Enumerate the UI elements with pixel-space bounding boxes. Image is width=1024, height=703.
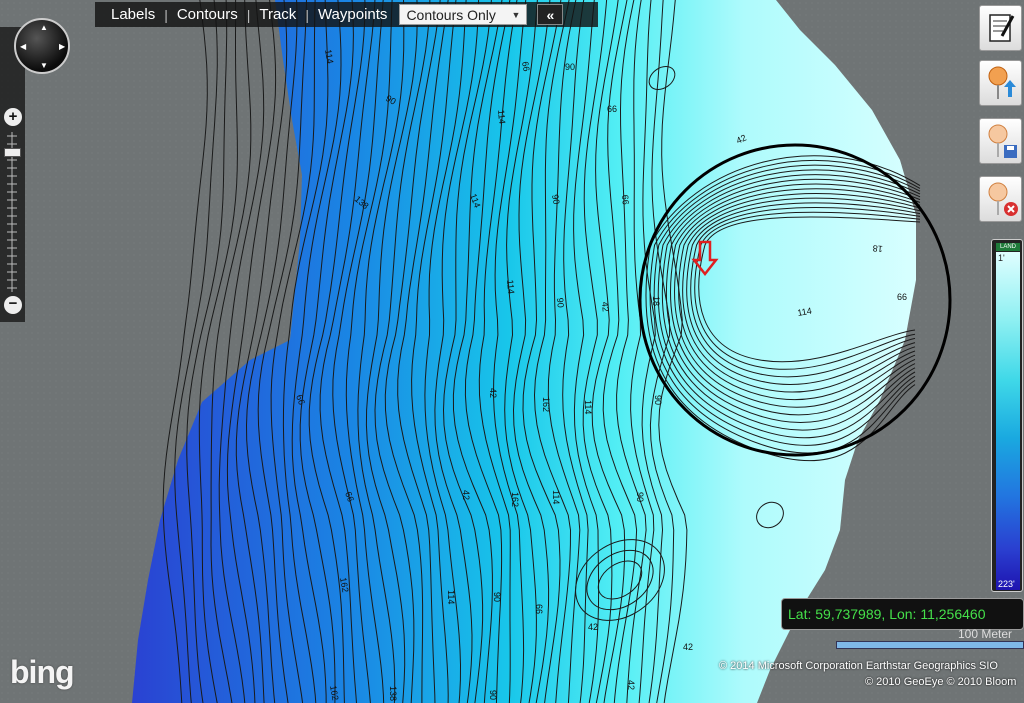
edit-notes-button[interactable]: [979, 5, 1022, 51]
contour-depth-label: 114: [583, 400, 593, 414]
contour-depth-label: 66: [897, 292, 907, 302]
contour-depth-label: 18: [872, 243, 883, 254]
layer-dropdown-value: Contours Only: [406, 6, 496, 23]
double-chevron-left-icon: «: [546, 6, 555, 23]
track-toggle[interactable]: Track: [253, 6, 302, 23]
scale-bar: [836, 641, 1024, 649]
pan-left-icon[interactable]: ◀: [20, 42, 26, 51]
zoom-out-button[interactable]: −: [4, 296, 22, 314]
coordinate-text: Lat: 59,737989, Lon: 11,256460: [788, 606, 986, 622]
delete-marker-button[interactable]: [979, 176, 1022, 222]
contour-depth-label: 18: [651, 296, 661, 306]
contour-depth-label: 42: [600, 301, 611, 312]
contour-depth-label: 90: [653, 395, 663, 405]
coordinate-readout: Lat: 59,737989, Lon: 11,256460: [781, 598, 1024, 630]
toolbar-separator: |: [305, 6, 309, 23]
contour-depth-label: 138: [388, 686, 398, 701]
marker-upload-icon: [988, 66, 1016, 99]
contour-depth-label: 42: [588, 622, 598, 632]
zoom-in-button[interactable]: +: [4, 108, 22, 126]
contour-depth-label: 114: [551, 490, 561, 504]
pan-compass-icon[interactable]: ▲ ▼ ◀ ▶: [14, 18, 70, 74]
contour-depth-label: 114: [505, 279, 516, 294]
layer-toolbar: Labels | Contours | Track | Waypoints Co…: [95, 2, 598, 27]
contour-depth-label: 66: [620, 194, 631, 205]
marker-delete-icon: [988, 182, 1018, 216]
contour-depth-label: 90: [555, 297, 566, 308]
legend-land-label: LAND: [996, 243, 1020, 251]
contour-depth-label: 90: [635, 492, 645, 502]
layer-dropdown[interactable]: Contours Only ▼: [399, 4, 528, 25]
marker-save-icon: [988, 124, 1017, 158]
contour-depth-label: 162: [541, 397, 551, 412]
contour-depth-label: 66: [607, 104, 617, 114]
legend-color-bar: 1' 223': [996, 252, 1020, 590]
legend-max-depth: 223': [998, 579, 1015, 589]
pan-down-icon[interactable]: ▼: [40, 61, 48, 70]
notepad-pencil-icon: [989, 14, 1015, 42]
attribution-line: © 2010 GeoEye © 2010 Bloom: [865, 676, 1017, 688]
contour-depth-label: 114: [446, 590, 456, 604]
depth-legend: LAND 1' 223': [991, 239, 1023, 592]
contour-depth-label: 42: [683, 642, 693, 652]
collapse-toolbar-button[interactable]: «: [537, 4, 564, 25]
contour-depth-label: 90: [550, 194, 562, 206]
contour-depth-label: 90: [492, 592, 502, 602]
toolbar-separator: |: [164, 6, 168, 23]
chevron-down-icon: ▼: [511, 9, 521, 20]
toolbar-separator: |: [246, 6, 251, 23]
contour-depth-label: 42: [488, 388, 498, 398]
labels-toggle[interactable]: Labels: [105, 6, 161, 23]
contour-depth-label: 42: [626, 680, 636, 690]
contour-depth-label: 66: [520, 61, 532, 73]
contour-depth-label: 162: [510, 492, 520, 507]
bing-logo: bing: [10, 654, 75, 690]
pan-right-icon[interactable]: ▶: [59, 42, 65, 51]
pan-up-icon[interactable]: ▲: [40, 23, 48, 32]
zoom-slider-thumb[interactable]: [4, 148, 21, 157]
save-marker-button[interactable]: [979, 118, 1022, 164]
contours-toggle[interactable]: Contours: [171, 6, 244, 23]
contour-depth-label: 42: [461, 490, 471, 500]
upload-marker-button[interactable]: [979, 60, 1022, 106]
waypoints-toggle[interactable]: Waypoints: [312, 6, 393, 23]
attribution-line: © 2014 Microsoft Corporation Earthstar G…: [719, 660, 998, 672]
contour-depth-label: 90: [488, 690, 498, 700]
legend-min-depth: 1': [998, 253, 1005, 263]
contour-depth-label: 90: [565, 62, 575, 72]
contour-depth-label: 114: [496, 109, 507, 124]
scale-label: 100 Meter: [958, 627, 1013, 641]
contour-depth-label: 66: [534, 604, 544, 614]
